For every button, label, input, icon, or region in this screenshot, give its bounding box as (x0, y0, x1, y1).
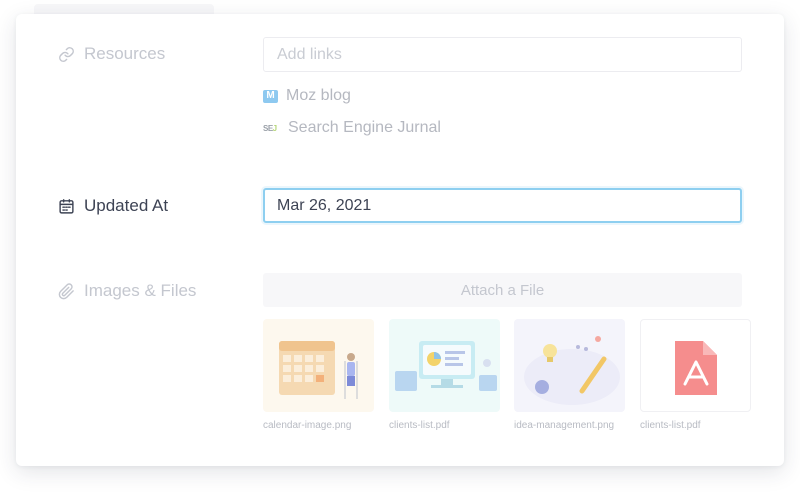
attach-file-label: Attach a File (460, 281, 545, 299)
resource-link-sej[interactable]: SEJ Search Engine Jurnal (263, 119, 441, 137)
file-thumbnail-idea-management[interactable] (514, 319, 625, 412)
images-files-label: Images & Files (58, 281, 196, 301)
file-name: calendar-image.png (263, 420, 352, 431)
file-thumbnail-clients-list[interactable] (389, 319, 500, 412)
item-details-card: Resources Add links M Moz blog SEJ Searc… (16, 14, 784, 466)
resource-link-label: Moz blog (286, 87, 351, 104)
file-thumbnail-calendar[interactable] (263, 319, 374, 412)
updated-at-label-text: Updated At (84, 196, 169, 215)
images-files-label-text: Images & Files (84, 281, 197, 300)
add-links-input[interactable]: Add links (263, 37, 742, 72)
idea-illustration (524, 336, 620, 405)
attach-file-button[interactable]: Attach a File (263, 273, 742, 307)
link-icon (58, 46, 75, 63)
pdf-icon (675, 341, 717, 395)
sej-icon: SEJ (263, 123, 277, 133)
resources-label: Resources (58, 44, 165, 64)
file-name: clients-list.pdf (640, 420, 701, 431)
resource-link-label: Search Engine Jurnal (288, 119, 441, 136)
resource-link-moz[interactable]: M Moz blog (263, 87, 351, 105)
updated-at-label: Updated At (58, 196, 168, 216)
updated-at-date-input[interactable]: Mar 26, 2021 (263, 188, 742, 223)
add-links-placeholder: Add links (277, 45, 342, 63)
file-name: clients-list.pdf (389, 420, 450, 431)
resources-label-text: Resources (84, 44, 166, 63)
calendar-illustration (279, 341, 358, 399)
paperclip-icon (58, 282, 75, 300)
moz-icon: M (263, 89, 278, 103)
updated-at-value: Mar 26, 2021 (277, 196, 372, 214)
file-name: idea-management.png (514, 420, 615, 431)
file-thumbnail-pdf[interactable] (640, 319, 751, 412)
calendar-icon (58, 198, 75, 215)
dashboard-illustration (395, 341, 497, 391)
